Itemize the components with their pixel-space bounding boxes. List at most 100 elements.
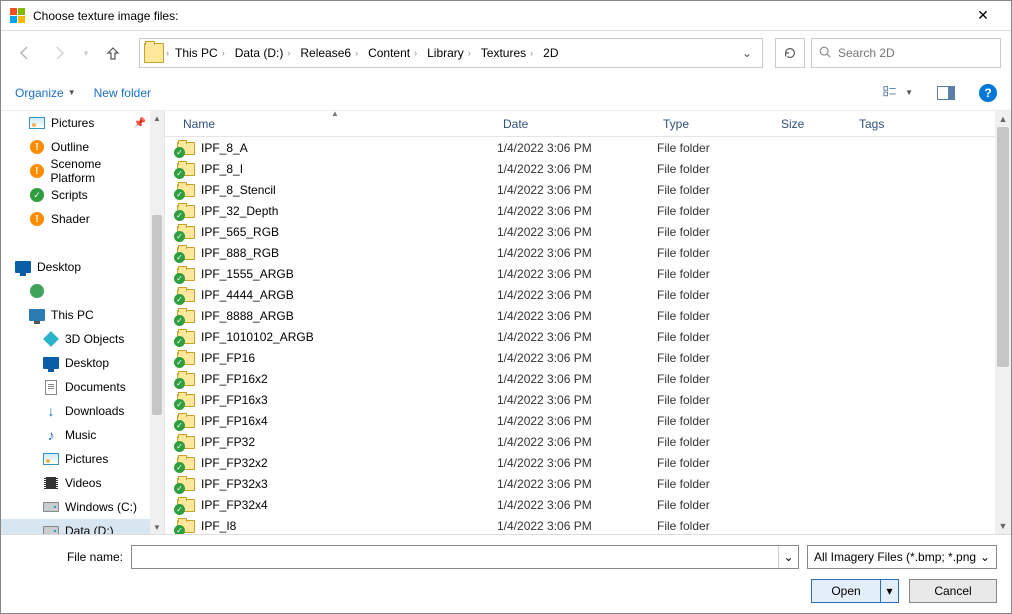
column-tags[interactable]: Tags <box>853 117 995 131</box>
sidebar-item[interactable]: Data (D:) <box>1 519 150 534</box>
column-date[interactable]: Date <box>497 117 657 131</box>
sidebar-item[interactable] <box>1 231 150 255</box>
sidebar-item[interactable] <box>1 279 150 303</box>
file-row[interactable]: ✓IPF_FP16x41/4/2022 3:06 PMFile folder <box>165 410 995 431</box>
file-row[interactable]: ✓IPF_FP32x21/4/2022 3:06 PMFile folder <box>165 452 995 473</box>
file-name: IPF_1555_ARGB <box>201 267 294 281</box>
close-button[interactable]: ✕ <box>963 1 1003 31</box>
sidebar-item[interactable]: 3D Objects <box>1 327 150 351</box>
sidebar-item[interactable]: !Shader <box>1 207 150 231</box>
filelist-scrollbar[interactable]: ▲ ▼ <box>995 111 1011 534</box>
filename-input[interactable] <box>132 546 778 568</box>
organize-button[interactable]: Organize▼ <box>15 86 76 100</box>
title-bar: Choose texture image files: ✕ <box>1 1 1011 31</box>
file-type: File folder <box>657 456 775 470</box>
forward-button[interactable] <box>45 39 73 67</box>
filename-dropdown[interactable]: ⌄ <box>778 546 798 568</box>
breadcrumb[interactable]: › This PC› Data (D:)› Release6› Content›… <box>139 38 763 68</box>
file-row[interactable]: ✓IPF_FP321/4/2022 3:06 PMFile folder <box>165 431 995 452</box>
open-button[interactable]: Open ▾ <box>811 579 899 603</box>
scroll-thumb[interactable] <box>152 215 162 415</box>
crumb-library[interactable]: Library› <box>423 46 475 60</box>
sidebar-item[interactable]: Desktop <box>1 351 150 375</box>
file-row[interactable]: ✓IPF_565_RGB1/4/2022 3:06 PMFile folder <box>165 221 995 242</box>
file-type: File folder <box>657 204 775 218</box>
sidebar-item[interactable]: Videos <box>1 471 150 495</box>
filetype-filter[interactable]: All Imagery Files (*.bmp; *.png; ⌄ <box>807 545 997 569</box>
crumb-content[interactable]: Content› <box>364 46 421 60</box>
file-row[interactable]: ✓IPF_I81/4/2022 3:06 PMFile folder <box>165 515 995 534</box>
sidebar-item[interactable]: ! Outline <box>1 135 150 159</box>
help-button[interactable]: ? <box>979 84 997 102</box>
file-row[interactable]: ✓IPF_32_Depth1/4/2022 3:06 PMFile folder <box>165 200 995 221</box>
3d-icon <box>43 331 59 347</box>
sidebar-item[interactable]: Desktop <box>1 255 150 279</box>
sidebar-item[interactable]: Pictures <box>1 447 150 471</box>
column-size[interactable]: Size <box>775 117 853 131</box>
search-input[interactable] <box>838 46 994 60</box>
sidebar-item[interactable]: ✓Scripts <box>1 183 150 207</box>
sidebar-item[interactable]: Pictures📌 <box>1 111 150 135</box>
sidebar-item[interactable]: This PC <box>1 303 150 327</box>
file-row[interactable]: ✓IPF_8_Stencil1/4/2022 3:06 PMFile folde… <box>165 179 995 200</box>
file-row[interactable]: ✓IPF_8888_ARGB1/4/2022 3:06 PMFile folde… <box>165 305 995 326</box>
scroll-up-icon[interactable]: ▲ <box>150 111 164 125</box>
breadcrumb-dropdown[interactable]: ⌄ <box>736 46 758 60</box>
crumb-textures[interactable]: Textures› <box>477 46 537 60</box>
file-row[interactable]: ✓IPF_1010102_ARGB1/4/2022 3:06 PMFile fo… <box>165 326 995 347</box>
preview-pane-button[interactable] <box>931 81 961 105</box>
drive-icon <box>43 523 59 534</box>
file-row[interactable]: ✓IPF_1555_ARGB1/4/2022 3:06 PMFile folde… <box>165 263 995 284</box>
scroll-down-icon[interactable]: ▼ <box>995 518 1011 534</box>
view-mode-button[interactable]: ▼ <box>883 81 913 105</box>
sidebar-item[interactable]: ♪Music <box>1 423 150 447</box>
file-row[interactable]: ✓IPF_4444_ARGB1/4/2022 3:06 PMFile folde… <box>165 284 995 305</box>
sidebar-item-label: 3D Objects <box>65 332 124 346</box>
up-button[interactable] <box>99 39 127 67</box>
open-split-dropdown[interactable]: ▾ <box>880 580 898 602</box>
file-row[interactable]: ✓IPF_FP16x21/4/2022 3:06 PMFile folder <box>165 368 995 389</box>
sidebar-item[interactable]: !Scenome Platform <box>1 159 150 183</box>
filename-combo[interactable]: ⌄ <box>131 545 799 569</box>
file-row[interactable]: ✓IPF_FP32x41/4/2022 3:06 PMFile folder <box>165 494 995 515</box>
pin-icon: 📌 <box>134 118 146 129</box>
file-row[interactable]: ✓IPF_888_RGB1/4/2022 3:06 PMFile folder <box>165 242 995 263</box>
file-row[interactable]: ✓IPF_8_I1/4/2022 3:06 PMFile folder <box>165 158 995 179</box>
column-type[interactable]: Type <box>657 117 775 131</box>
column-name[interactable]: Name <box>177 117 497 131</box>
file-row[interactable]: ✓IPF_FP16x31/4/2022 3:06 PMFile folder <box>165 389 995 410</box>
cancel-button[interactable]: Cancel <box>909 579 997 603</box>
file-type: File folder <box>657 246 775 260</box>
file-type: File folder <box>657 519 775 533</box>
refresh-button[interactable] <box>775 38 805 68</box>
warn-icon: ! <box>29 139 45 155</box>
file-row[interactable]: ✓IPF_FP32x31/4/2022 3:06 PMFile folder <box>165 473 995 494</box>
crumb-2d[interactable]: 2D <box>539 46 562 60</box>
file-row[interactable]: ✓IPF_8_A1/4/2022 3:06 PMFile folder <box>165 137 995 158</box>
sidebar-item[interactable]: ↓Downloads <box>1 399 150 423</box>
sidebar-item-label: This PC <box>51 308 94 322</box>
sidebar-scrollbar[interactable]: ▲ ▼ <box>150 111 164 534</box>
scroll-up-icon[interactable]: ▲ <box>995 111 1011 127</box>
sidebar-item[interactable]: Documents <box>1 375 150 399</box>
crumb-this-pc[interactable]: This PC› <box>171 46 229 60</box>
crumb-release6[interactable]: Release6› <box>296 46 362 60</box>
scroll-thumb[interactable] <box>997 127 1009 367</box>
scroll-down-icon[interactable]: ▼ <box>150 520 164 534</box>
toolbar: Organize▼ New folder ▼ ? <box>1 75 1011 111</box>
pc-icon <box>29 307 45 323</box>
file-date: 1/4/2022 3:06 PM <box>497 204 657 218</box>
recent-dropdown[interactable]: ▾ <box>79 39 93 67</box>
sidebar-item-label: Windows (C:) <box>65 500 137 514</box>
crumb-data-d[interactable]: Data (D:)› <box>231 46 295 60</box>
chevron-down-icon: ⌄ <box>980 550 990 564</box>
sidebar-item[interactable]: Windows (C:) <box>1 495 150 519</box>
folder-ok-icon: ✓ <box>177 161 195 177</box>
back-button[interactable] <box>11 39 39 67</box>
sidebar-item-label: Desktop <box>37 260 81 274</box>
new-folder-button[interactable]: New folder <box>94 86 151 100</box>
file-row[interactable]: ✓IPF_FP161/4/2022 3:06 PMFile folder <box>165 347 995 368</box>
sidebar-item-label: Outline <box>51 140 89 154</box>
search-box[interactable] <box>811 38 1001 68</box>
sidebar-item-label: Shader <box>51 212 90 226</box>
